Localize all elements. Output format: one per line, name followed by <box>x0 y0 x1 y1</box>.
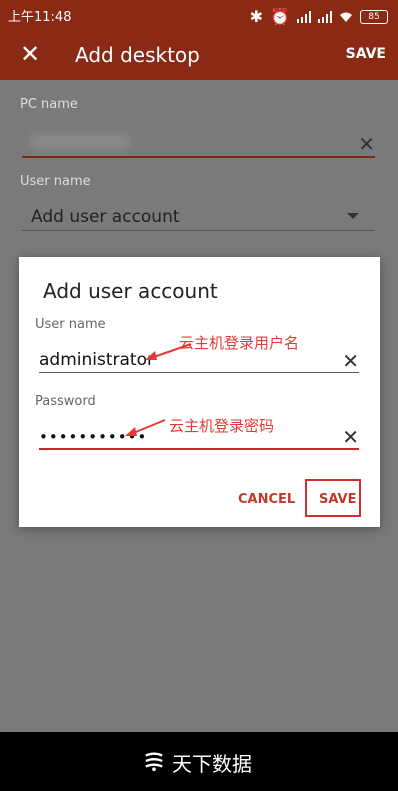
status-bar: 上午11:48 ✱ ⏰ 85 <box>0 0 398 30</box>
add-user-dialog: Add user account User name administrator… <box>19 257 380 527</box>
pc-name-field[interactable]: ✕ <box>22 132 375 158</box>
cancel-button[interactable]: CANCEL <box>238 492 295 507</box>
brand-bar: 天下数据 <box>0 732 398 791</box>
username-value: administrator <box>39 350 154 370</box>
dialog-password-label: Password <box>35 394 96 409</box>
user-account-select[interactable]: Add user account <box>22 205 375 231</box>
user-account-value: Add user account <box>31 207 180 227</box>
status-icons: ✱ ⏰ 85 <box>250 7 388 26</box>
brand-name: 天下数据 <box>172 752 252 776</box>
save-highlight-box <box>305 479 361 517</box>
username-clear-icon[interactable]: ✕ <box>342 349 359 373</box>
password-clear-icon[interactable]: ✕ <box>342 425 359 449</box>
bluetooth-icon: ✱ <box>249 7 264 26</box>
battery-icon: 85 <box>360 9 388 24</box>
toolbar: ✕ Add desktop SAVE <box>0 30 398 80</box>
wifi-icon <box>340 12 352 22</box>
signal-icon <box>297 10 311 23</box>
user-name-label: User name <box>20 174 91 189</box>
signal-icon <box>318 10 332 23</box>
dialog-title: Add user account <box>43 279 218 303</box>
dialog-username-label: User name <box>35 317 106 332</box>
password-value: ••••••••••• <box>39 428 148 446</box>
password-annotation: 云主机登录密码 <box>169 417 275 435</box>
dropdown-arrow-icon <box>347 213 359 219</box>
brand-logo-icon <box>145 752 163 772</box>
page-title: Add desktop <box>75 43 200 67</box>
alarm-icon: ⏰ <box>270 7 290 26</box>
pc-name-redacted <box>30 134 130 150</box>
status-time: 上午11:48 <box>8 9 72 25</box>
save-button[interactable]: SAVE <box>346 46 386 62</box>
pc-name-label: PC name <box>20 97 78 112</box>
close-icon[interactable]: ✕ <box>20 42 40 66</box>
pc-clear-icon[interactable]: ✕ <box>358 132 375 156</box>
username-annotation: 云主机登录用户名 <box>179 334 300 352</box>
